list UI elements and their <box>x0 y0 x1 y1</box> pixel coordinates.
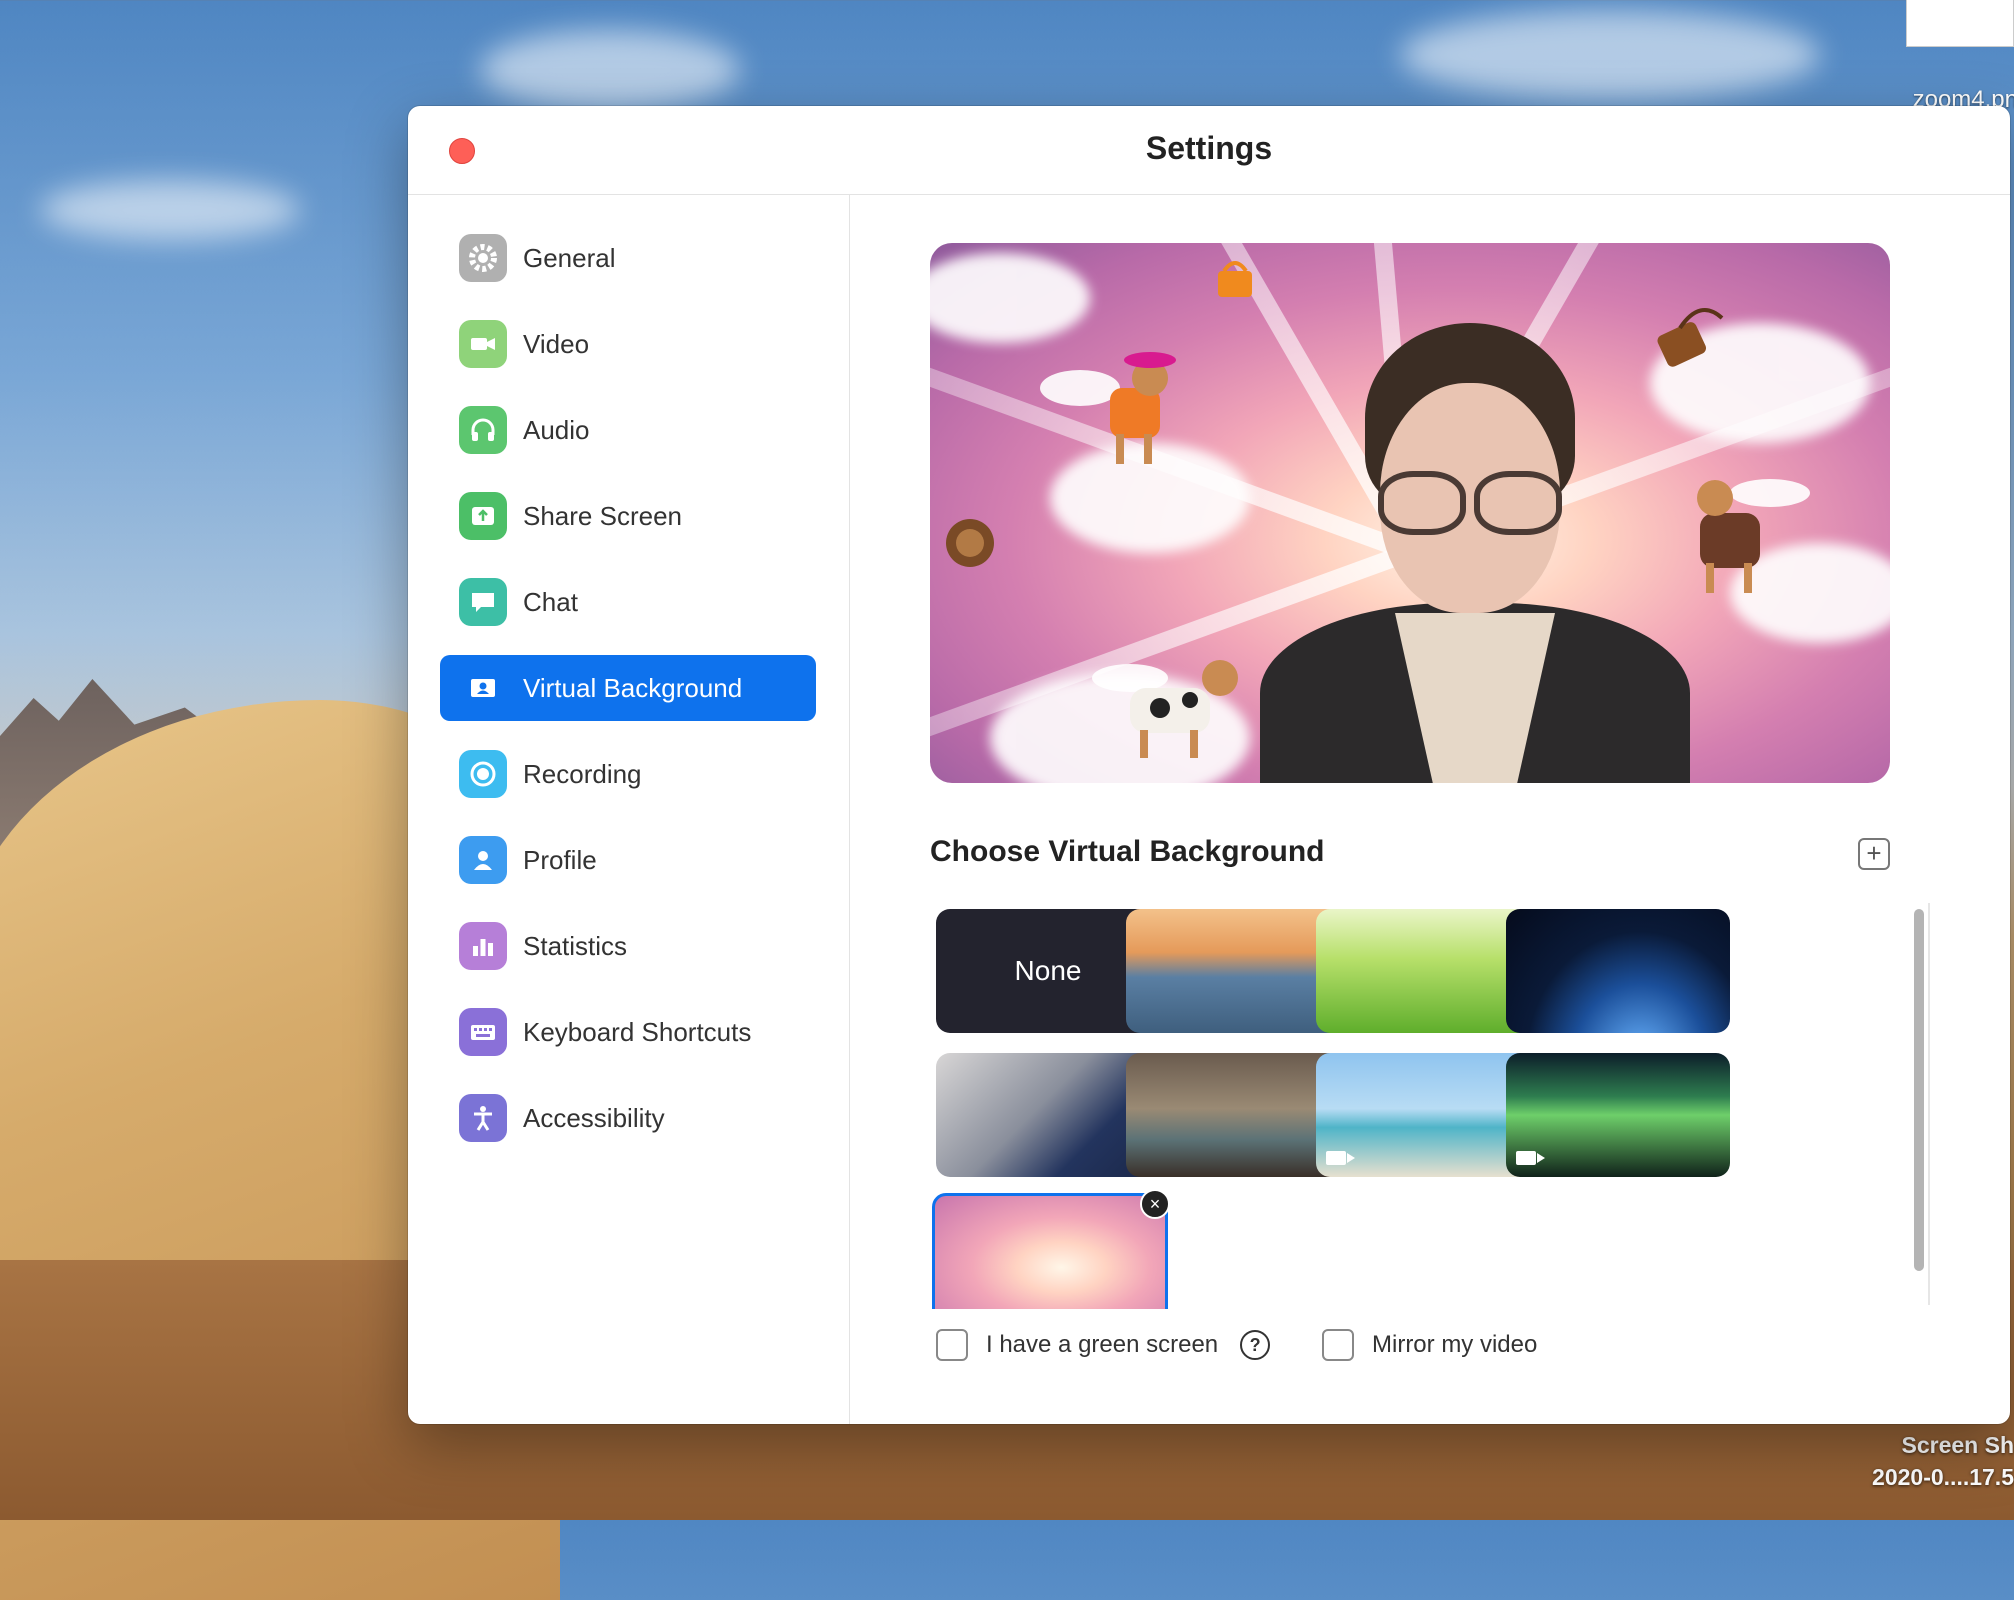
title-bar: Settings <box>408 106 2010 195</box>
headphones-icon <box>459 406 507 454</box>
sky-cloud <box>40 180 300 240</box>
gear-icon <box>459 234 507 282</box>
background-thumbnail-custom-pink-dogs[interactable] <box>932 1193 1168 1309</box>
virtual-background-icon <box>459 664 507 712</box>
add-background-button[interactable]: + <box>1858 838 1890 870</box>
sidebar-item-label: Virtual Background <box>523 672 743 703</box>
keyboard-icon <box>459 1008 507 1056</box>
sidebar-item-accessibility[interactable]: Accessibility <box>440 1085 816 1151</box>
sidebar-item-statistics[interactable]: Statistics <box>440 913 816 979</box>
settings-sidebar: General Video Audio Share Screen Chat Virtual… <box>408 195 850 1424</box>
sidebar-item-label: Statistics <box>523 930 628 961</box>
background-grid: None × <box>930 903 1940 1309</box>
sidebar-item-video[interactable]: Video <box>440 311 816 377</box>
chat-bubble-icon <box>459 578 507 626</box>
background-thumbnail-aurora[interactable] <box>1506 1053 1730 1177</box>
desktop-screenshot-name: Screen Sh <box>1901 1432 2014 1458</box>
sidebar-item-virtual-background[interactable]: Virtual Background <box>440 655 816 721</box>
sidebar-item-profile[interactable]: Profile <box>440 827 816 893</box>
video-camera-icon <box>1326 1151 1355 1165</box>
video-camera-icon <box>459 320 507 368</box>
sidebar-item-label: General <box>523 242 616 273</box>
sidebar-item-label: Recording <box>523 758 642 789</box>
sidebar-item-label: Video <box>523 328 590 359</box>
scrollbar-thumb[interactable] <box>1914 909 1924 1271</box>
green-screen-label[interactable]: I have a green screen <box>986 1331 1218 1359</box>
sidebar-item-label: Profile <box>523 844 597 875</box>
preview-cloud <box>930 253 1090 343</box>
scrollbar-track <box>1928 903 1930 1305</box>
virtual-background-panel: Choose Virtual Background + None × I have… <box>850 195 2010 1424</box>
winged-dog-cow <box>1092 660 1238 758</box>
background-none-label: None <box>1014 955 1082 986</box>
sky-cloud <box>1400 10 1820 100</box>
sidebar-item-audio[interactable]: Audio <box>440 397 816 463</box>
sidebar-item-label: Keyboard Shortcuts <box>523 1016 752 1047</box>
green-screen-checkbox[interactable] <box>936 1329 968 1361</box>
green-screen-option[interactable]: I have a green screen ? <box>936 1329 1271 1361</box>
video-camera-icon <box>1516 1151 1545 1165</box>
sidebar-item-label: Accessibility <box>523 1102 665 1133</box>
desktop-screenshot-label[interactable]: Screen Sh 2020-0....17.5 <box>1872 1429 2014 1493</box>
user-video-feed <box>1260 323 1690 783</box>
background-thumbnail-earth-space[interactable] <box>1506 909 1730 1033</box>
winged-dog-brown <box>1697 479 1810 593</box>
video-preview <box>930 243 1890 783</box>
flying-bag-round <box>946 519 994 567</box>
choose-background-heading: Choose Virtual Background <box>930 835 1325 868</box>
record-icon <box>459 750 507 798</box>
help-icon[interactable]: ? <box>1240 1330 1271 1360</box>
flying-handbag-orange <box>1218 261 1252 297</box>
mirror-video-label[interactable]: Mirror my video <box>1372 1331 1537 1359</box>
sidebar-item-label: Share Screen <box>523 500 682 531</box>
sidebar-item-keyboard-shortcuts[interactable]: Keyboard Shortcuts <box>440 999 816 1065</box>
mirror-video-checkbox[interactable] <box>1322 1329 1354 1361</box>
delete-background-button[interactable]: × <box>1140 1189 1170 1219</box>
bar-chart-icon <box>459 922 507 970</box>
accessibility-icon <box>459 1094 507 1142</box>
share-screen-icon <box>459 492 507 540</box>
desktop-file-thumbnail[interactable] <box>1906 0 2014 47</box>
sidebar-item-chat[interactable]: Chat <box>440 569 816 635</box>
sidebar-item-recording[interactable]: Recording <box>440 741 816 807</box>
sidebar-item-share-screen[interactable]: Share Screen <box>440 483 816 549</box>
desktop-screenshot-date: 2020-0....17.5 <box>1872 1464 2014 1490</box>
background-grid-scrollbar[interactable] <box>1908 903 1930 1305</box>
mirror-video-option[interactable]: Mirror my video <box>1322 1329 1537 1361</box>
window-title: Settings <box>1145 130 1273 166</box>
winged-dog-orange <box>1040 352 1176 464</box>
sidebar-item-label: Chat <box>523 586 578 617</box>
sidebar-item-general[interactable]: General <box>440 225 816 291</box>
sidebar-item-label: Audio <box>523 414 590 445</box>
sky-cloud <box>480 30 740 110</box>
person-icon <box>459 836 507 884</box>
settings-window: Settings General Video Audio Share Screen Ch… <box>408 106 2010 1424</box>
